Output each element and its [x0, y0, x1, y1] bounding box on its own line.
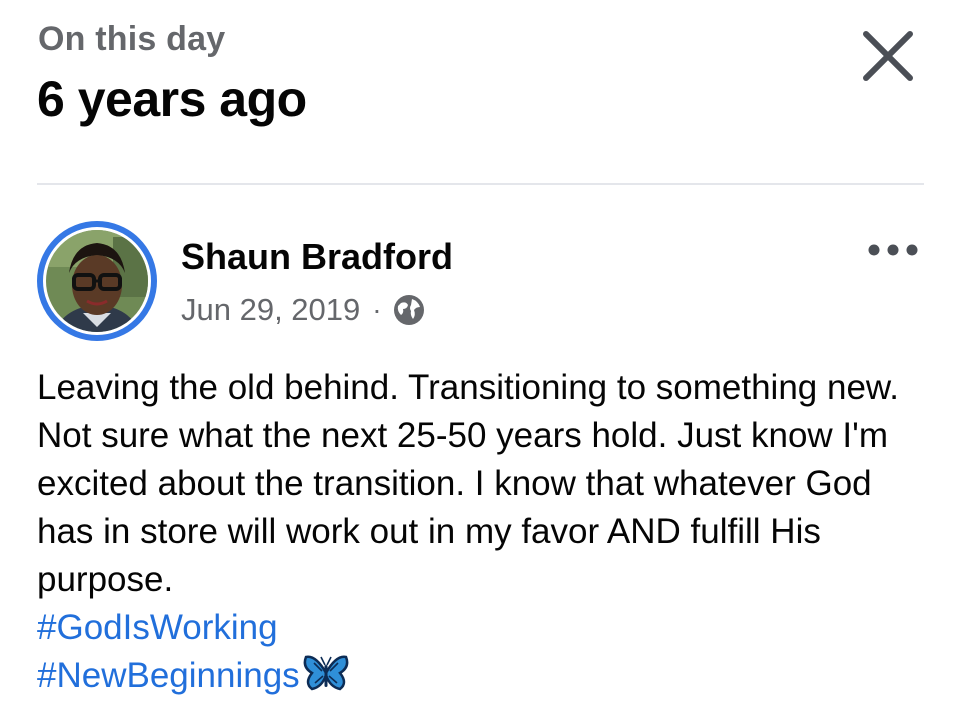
more-icon	[868, 244, 918, 256]
butterfly-icon	[302, 653, 350, 706]
profile-photo	[46, 230, 148, 332]
memory-label: On this day	[38, 20, 226, 58]
post-meta: Jun 29, 2019 ·	[181, 290, 426, 330]
close-icon	[863, 31, 913, 81]
hashtag-link[interactable]: #NewBeginnings	[37, 652, 300, 700]
close-button[interactable]	[858, 26, 918, 86]
post-text: Leaving the old behind. Transitioning to…	[37, 368, 899, 599]
more-options-button[interactable]	[864, 232, 922, 268]
meta-separator: ·	[372, 294, 382, 325]
avatar[interactable]	[37, 221, 157, 341]
post-date[interactable]: Jun 29, 2019	[181, 292, 360, 328]
author-name[interactable]: Shaun Bradford	[181, 236, 453, 278]
globe-icon	[392, 293, 426, 327]
divider	[37, 183, 924, 185]
post-body: Leaving the old behind. Transitioning to…	[37, 364, 937, 706]
memory-title: 6 years ago	[37, 71, 307, 127]
hashtag-link[interactable]: #GodIsWorking	[37, 604, 278, 652]
